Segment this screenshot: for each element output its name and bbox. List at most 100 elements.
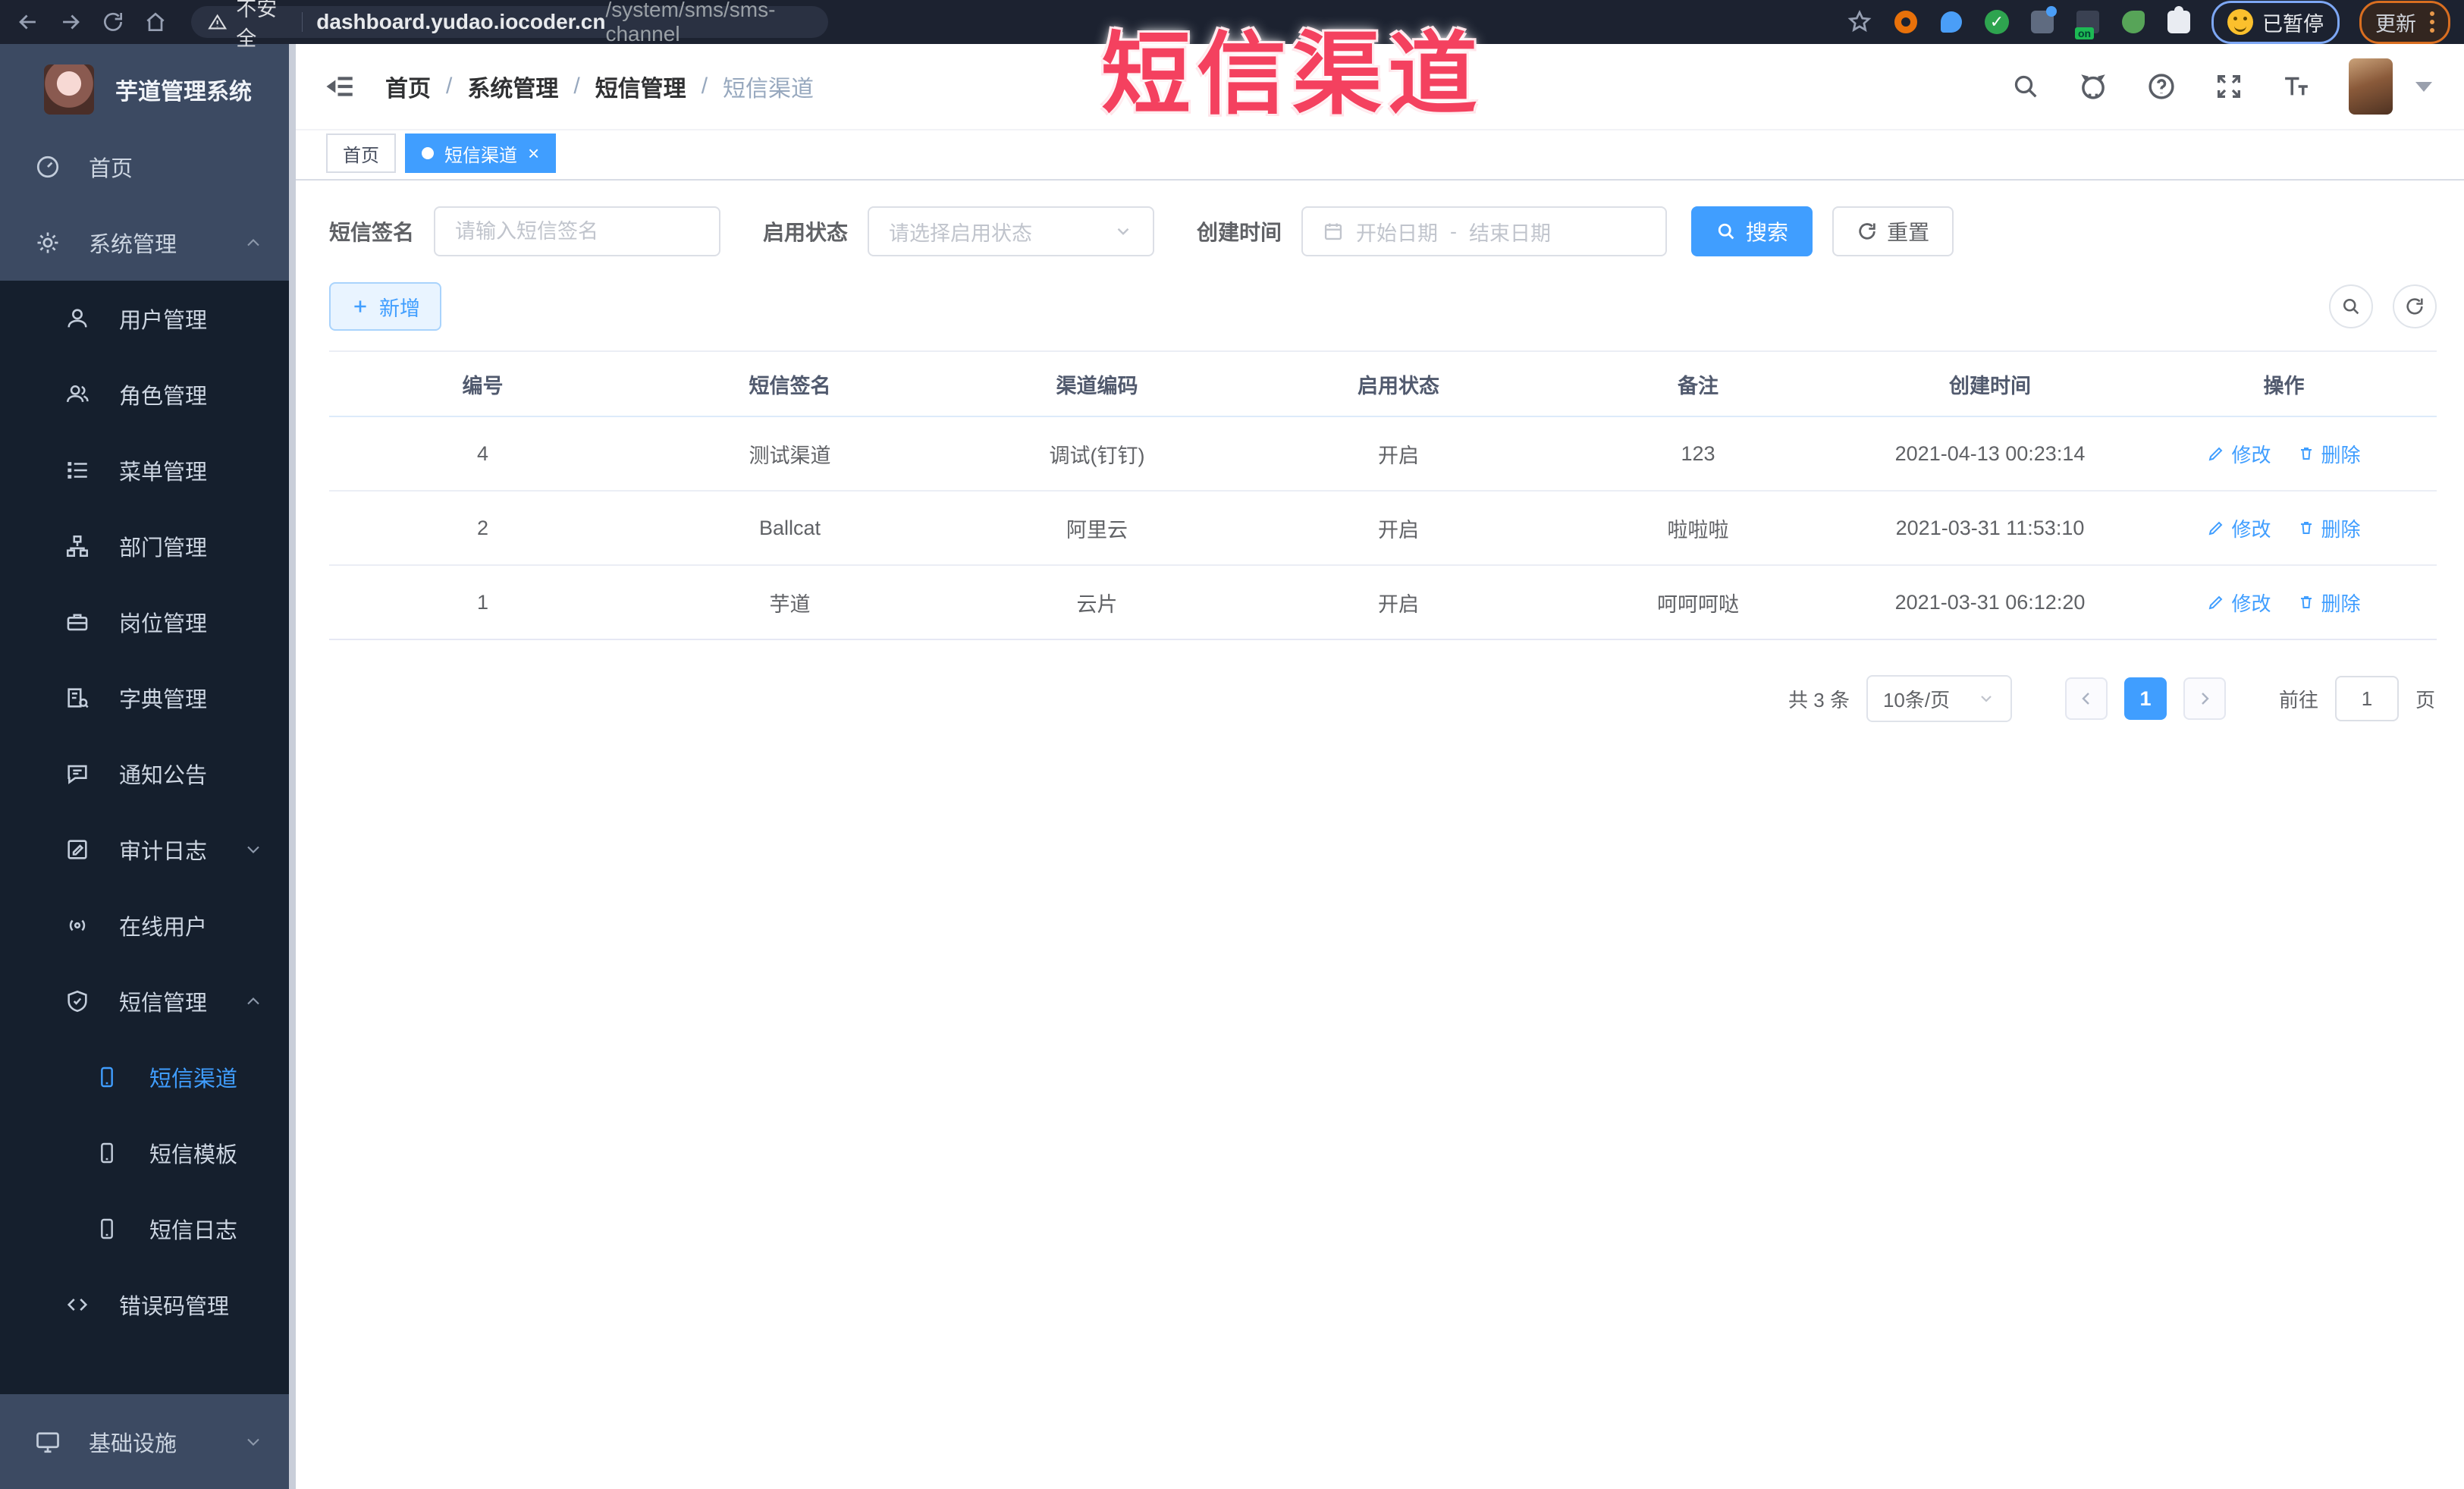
browser-forward-button[interactable] [53,5,88,39]
reset-button[interactable]: 重置 [1832,206,1954,256]
search-button[interactable]: 搜索 [1691,206,1813,256]
table-row: 4 测试渠道 调试(钉钉) 开启 123 2021-04-13 00:23:14… [329,417,2437,492]
toggle-search-button[interactable] [2329,284,2373,328]
sidebar-item-infrastructure[interactable]: 基础设施 [0,1394,296,1489]
delete-link[interactable]: 删除 [2297,440,2361,468]
sidebar-item-label: 角色管理 [119,385,208,409]
extension-drop-icon[interactable] [1938,9,1964,35]
gear-icon [34,229,63,256]
prev-page-button[interactable] [2064,677,2108,720]
sidebar-item-users[interactable]: 用户管理 [0,281,296,357]
chevron-right-icon [2202,693,2209,705]
bookmark-star-icon[interactable] [1846,8,1873,36]
chevron-left-icon [2082,693,2089,705]
breadcrumb-separator: / [446,74,453,99]
app-logo[interactable]: 芋道管理系统 [0,50,296,129]
date-range-picker[interactable]: 开始日期 - 结束日期 [1301,206,1668,256]
breadcrumb-separator: / [701,74,708,99]
extension-orange-icon[interactable] [1893,9,1919,35]
delete-link[interactable]: 删除 [2297,514,2361,542]
profile-paused-chip[interactable]: 已暂停 [2211,0,2340,44]
sign-input[interactable] [434,206,721,256]
refresh-table-button[interactable] [2393,284,2437,328]
sidebar-item-menus[interactable]: 菜单管理 [0,432,296,508]
sidebar-item-posts[interactable]: 岗位管理 [0,584,296,660]
dictionary-icon [64,685,93,711]
browser-reload-button[interactable] [96,5,130,39]
status-select[interactable]: 请选择启用状态 [868,206,1155,256]
edit-link[interactable]: 修改 [2207,589,2271,617]
sidebar-item-home[interactable]: 首页 [0,129,296,205]
current-page-button[interactable]: 1 [2123,677,2167,720]
search-button-label: 搜索 [1746,221,1789,244]
page-size-select[interactable]: 10条/页 [1866,675,2012,722]
extension-leaf-icon[interactable] [2120,9,2146,35]
url-divider [301,12,303,32]
sidebar-item-system[interactable]: 系统管理 [0,205,296,281]
user-avatar[interactable] [2349,58,2393,115]
cell-created: 2021-03-31 11:53:10 [1895,516,2085,539]
address-bar[interactable]: 不安全 dashboard.yudao.iocoder.cn /system/s… [191,0,828,50]
tab-sms-channel[interactable]: 短信渠道 × [405,134,557,173]
edit-icon [2209,521,2223,536]
sidebar-item-online-users[interactable]: 在线用户 [0,887,296,963]
goto-page-input[interactable] [2334,676,2399,721]
tab-close-icon[interactable]: × [528,143,539,163]
browser-back-button[interactable] [11,5,46,39]
edit-link[interactable]: 修改 [2207,514,2271,542]
calendar-icon [1324,223,1342,240]
next-page-button[interactable] [2183,677,2226,720]
sidebar-item-sms-template[interactable]: 短信模板 [0,1115,296,1191]
sidebar-item-notices[interactable]: 通知公告 [0,736,296,812]
sidebar-item-sms-management[interactable]: 短信管理 [0,963,296,1039]
browser-home-button[interactable] [138,5,173,39]
help-button[interactable] [2145,71,2177,102]
breadcrumb-system[interactable]: 系统管理 [467,70,558,103]
tab-home[interactable]: 首页 [326,134,396,173]
search-icon [2343,298,2359,315]
delete-link[interactable]: 删除 [2297,589,2361,617]
breadcrumb: 首页 / 系统管理 / 短信管理 / 短信渠道 [385,70,814,103]
sign-label: 短信签名 [329,221,415,244]
sidebar-collapse-button[interactable] [325,71,356,102]
sidebar-item-audit-log[interactable]: 审计日志 [0,812,296,887]
sidebar-item-departments[interactable]: 部门管理 [0,508,296,584]
fullscreen-button[interactable] [2214,71,2244,102]
add-button[interactable]: 新增 [329,282,441,331]
fullscreen-icon [2218,75,2240,98]
sidebar-item-label: 基础设施 [89,1431,177,1456]
user-icon [64,306,93,331]
extension-check-icon[interactable]: ✓ [1984,9,2010,35]
breadcrumb-sms[interactable]: 短信管理 [595,70,686,103]
font-size-button[interactable] [2280,71,2312,102]
active-dot-icon [422,147,434,159]
refresh-icon [1859,223,1875,240]
sidebar-item-label: 短信管理 [119,991,208,1016]
green-check-icon: ✓ [1985,10,2009,34]
extension-sliders-icon[interactable] [2029,6,2057,35]
kebab-menu-icon[interactable] [2430,11,2434,33]
sidebar-scrollbar[interactable] [289,44,296,1489]
sidebar-item-sms-log[interactable]: 短信日志 [0,1191,296,1267]
github-link[interactable] [2077,71,2109,102]
avatar-caret-icon[interactable] [2415,81,2432,92]
reload-icon [104,12,122,31]
header-search-button[interactable] [2010,71,2041,102]
browser-update-button[interactable]: 更新 [2359,0,2450,44]
sidebar-bottom-section: 基础设施 [0,1394,296,1489]
breadcrumb-home[interactable]: 首页 [385,70,431,103]
sidebar-item-sms-channel[interactable]: 短信渠道 [0,1039,296,1115]
sidebar-item-roles[interactable]: 角色管理 [0,357,296,432]
tab-label: 首页 [343,145,379,166]
breadcrumb-separator: / [573,74,580,99]
edit-link[interactable]: 修改 [2207,440,2271,468]
mobile-icon [95,1217,124,1241]
extensions-puzzle-icon[interactable] [2166,6,2192,35]
extension-onebox-icon[interactable]: on [2075,9,2101,39]
sidebar-item-dictionary[interactable]: 字典管理 [0,660,296,736]
sidebar-item-error-codes[interactable]: 错误码管理 [0,1267,296,1343]
chevron-down-icon [1117,228,1129,235]
page-size-value: 10条/页 [1882,688,1951,712]
url-path: /system/sms/sms-channel [605,0,776,46]
font-size-icon [2285,77,2308,96]
